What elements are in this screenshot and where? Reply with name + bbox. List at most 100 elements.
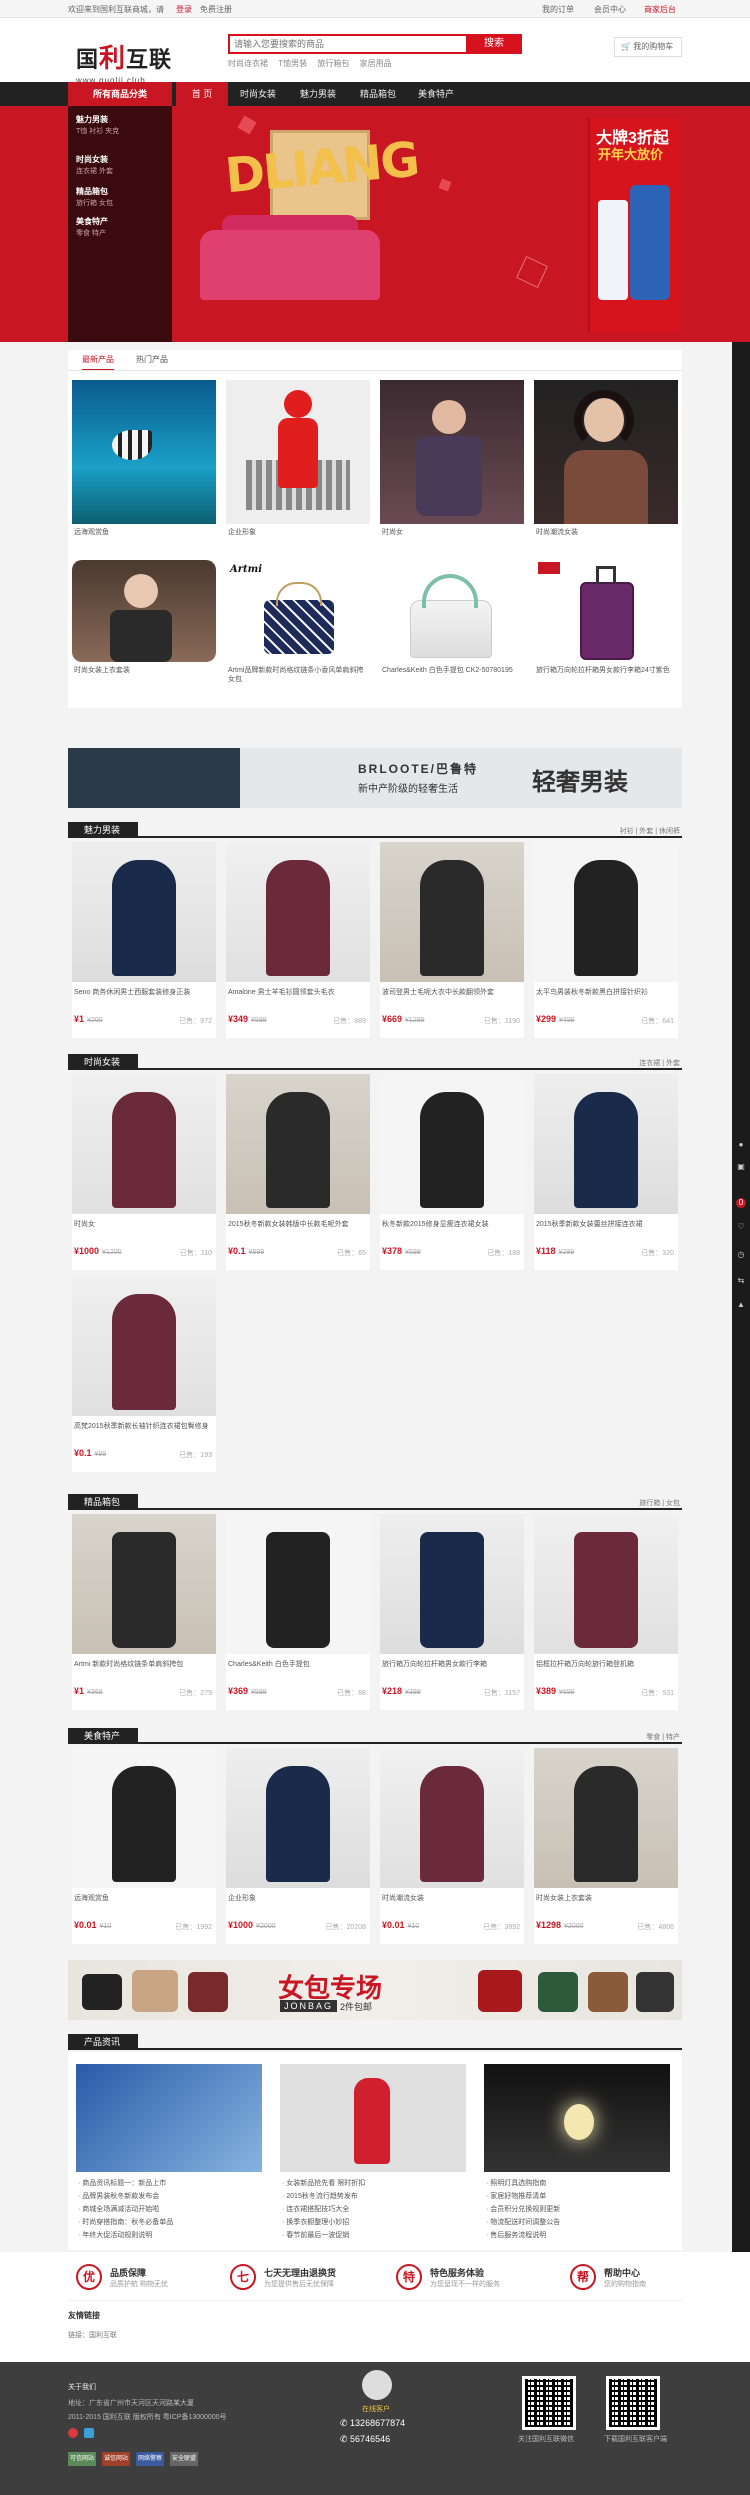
product-card[interactable]: 旅行箱万向轮拉杆箱男女款行李箱24寸紫色 — [534, 560, 678, 704]
product-card[interactable]: Amalone 男士羊毛衫圆领套头毛衣 ¥349 ¥599 已售：889 — [226, 842, 370, 1038]
compare-icon[interactable]: ⇆ — [736, 1276, 746, 1286]
login-link[interactable]: 登录 — [176, 4, 192, 15]
qq-icon[interactable] — [84, 2428, 94, 2438]
site-logo[interactable]: 国利互联 www.guolii.club — [76, 38, 172, 85]
product-card[interactable]: Artmi 新款时尚格纹链条单肩斜挎包 ¥1 ¥369 已售：279 — [72, 1514, 216, 1710]
product-name: 时尚女装上衣套装 — [536, 1895, 592, 1902]
about-link[interactable]: 关于我们 — [68, 2382, 96, 2392]
product-card[interactable]: 波司登男士毛呢大衣中长款翻领外套 ¥669 ¥1299 已售：1190 — [380, 842, 524, 1038]
product-card[interactable]: 时尚潮流女装 ¥0.01 ¥10 已售：3892 — [380, 1748, 524, 1944]
trust-badge[interactable]: 诚信网站 — [102, 2452, 130, 2466]
product-card[interactable]: 高梵2015秋季新款长袖针织连衣裙包臀修身 ¥0.1 ¥99 已售：193 — [72, 1276, 216, 1472]
weibo-icon[interactable] — [68, 2428, 78, 2438]
product-card[interactable]: 时尚女 — [380, 380, 524, 542]
news-item[interactable]: · 物流配送时间调整公告 — [486, 2217, 560, 2227]
hot-word[interactable]: T恤男装 — [278, 59, 307, 68]
news-item[interactable]: · 家居好物推荐清单 — [486, 2191, 546, 2201]
trust-badge[interactable]: 可信网站 — [68, 2452, 96, 2466]
category-subs[interactable]: 旅行箱 女包 — [76, 198, 113, 208]
category-item[interactable]: 时尚女装 — [76, 154, 108, 165]
search-input[interactable] — [230, 36, 466, 52]
news-item[interactable]: · 商城全场满减活动开始啦 — [78, 2204, 159, 2214]
ad-banner-menswear[interactable]: BRLOOTE/巴鲁特 新中产阶级的轻奢生活 轻奢男装 — [68, 748, 682, 808]
section-links[interactable]: 衬衫 | 外套 | 休闲裤 — [620, 826, 680, 836]
news-image[interactable] — [280, 2064, 466, 2172]
product-card[interactable]: 太平鸟男装秋冬新款黑白拼接针织衫 ¥299 ¥499 已售：641 — [534, 842, 678, 1038]
friend-link[interactable]: 国利互联 — [89, 2332, 117, 2339]
section-links[interactable]: 零食 | 特产 — [646, 1732, 680, 1742]
user-center-link[interactable]: 会员中心 — [594, 4, 626, 15]
product-card[interactable]: 时尚女装上衣套装 ¥1298 ¥2000 已售：4806 — [534, 1748, 678, 1944]
my-orders-link[interactable]: 我的订单 — [542, 4, 574, 15]
news-item[interactable]: · 时尚穿搭指南：秋冬必备单品 — [78, 2217, 173, 2227]
ad-brand: BRLOOTE/巴鲁特 — [358, 762, 478, 776]
user-icon[interactable]: ● — [736, 1140, 746, 1150]
category-subs[interactable]: 连衣裙 外套 — [76, 166, 113, 176]
nav-item-bags[interactable]: 精品箱包 — [352, 82, 404, 106]
original-price: ¥299 — [558, 1249, 575, 1256]
news-image[interactable] — [484, 2064, 670, 2172]
news-item[interactable]: · 售后服务流程说明 — [486, 2230, 546, 2240]
product-card[interactable]: 2015秋冬新款女装韩版中长款毛呢外套 ¥0.1 ¥899 已售：65 — [226, 1074, 370, 1270]
hot-word[interactable]: 时尚连衣裙 — [228, 59, 268, 68]
cart-label: 我的购物车 — [633, 42, 674, 51]
nav-item-food[interactable]: 美食特产 — [410, 82, 462, 106]
tab-hot[interactable]: 热门产品 — [136, 354, 168, 365]
product-card[interactable]: Seno 商务休闲男士西服套装修身正装 ¥1 ¥200 已售：972 — [72, 842, 216, 1038]
product-card[interactable]: Charles&Keith 白色手提包 CK2-50780195 — [380, 560, 524, 704]
nav-item-women[interactable]: 时尚女装 — [232, 82, 284, 106]
section-links[interactable]: 旅行箱 | 女包 — [639, 1498, 680, 1508]
nav-item-men[interactable]: 魅力男装 — [292, 82, 344, 106]
news-item[interactable]: · 换季衣橱整理小妙招 — [282, 2217, 349, 2227]
register-link[interactable]: 免费注册 — [200, 4, 232, 15]
news-item[interactable]: · 2015秋冬流行趋势发布 — [282, 2191, 358, 2201]
news-item[interactable]: · 会员积分兑换规则更新 — [486, 2204, 560, 2214]
category-subs[interactable]: 零食 特产 — [76, 228, 106, 238]
category-item[interactable]: 精品箱包 — [76, 186, 108, 197]
product-card[interactable]: 时尚女装上衣套装 — [72, 560, 216, 704]
product-card[interactable]: 旅行箱万向轮拉杆箱男女款行李箱 ¥218 ¥399 已售：1157 — [380, 1514, 524, 1710]
news-item[interactable]: · 年终大促活动规则说明 — [78, 2230, 152, 2240]
favorite-icon[interactable]: ♡ — [736, 1222, 746, 1232]
product-image — [534, 1748, 678, 1888]
product-card[interactable]: 铝框拉杆箱万向轮旅行箱登机箱 ¥389 ¥699 已售：531 — [534, 1514, 678, 1710]
hot-word[interactable]: 家居用品 — [360, 59, 392, 68]
category-item[interactable]: 魅力男装 — [76, 114, 108, 125]
product-image — [72, 1748, 216, 1888]
news-item[interactable]: · 品牌男装秋冬新款发布会 — [78, 2191, 159, 2201]
product-card[interactable]: 秋冬新款2015修身显瘦连衣裙女装 ¥378 ¥599 已售：188 — [380, 1074, 524, 1270]
trust-badge[interactable]: 安全联盟 — [170, 2452, 198, 2466]
all-categories-button[interactable]: 所有商品分类 — [68, 82, 172, 106]
news-item[interactable]: · 商品资讯标题一：新品上市 — [78, 2178, 166, 2188]
product-card[interactable]: 时尚女 ¥1000 ¥1200 已售：110 — [72, 1074, 216, 1270]
cart-button[interactable]: 🛒 我的购物车 — [614, 37, 682, 57]
history-icon[interactable]: ◷ — [736, 1250, 746, 1260]
news-item[interactable]: · 春节前最后一波促销 — [282, 2230, 349, 2240]
product-card[interactable]: 远海观赏鱼 — [72, 380, 216, 542]
back-to-top-icon[interactable]: ▲ — [736, 1300, 746, 1310]
product-card[interactable]: 企业形象 ¥1000 ¥2000 已售：20208 — [226, 1748, 370, 1944]
cart-icon[interactable]: ▣ — [736, 1162, 746, 1172]
search-button[interactable]: 搜索 — [466, 34, 522, 54]
ad-banner-bags[interactable]: 女包专场 JONBAG 2件包邮 — [68, 1960, 682, 2020]
tab-latest[interactable]: 最新产品 — [82, 354, 114, 371]
news-item[interactable]: · 照明灯具选购指南 — [486, 2178, 546, 2188]
hot-word[interactable]: 旅行箱包 — [317, 59, 349, 68]
nav-item-home[interactable]: 首 页 — [176, 82, 228, 106]
seller-link[interactable]: 商家后台 — [644, 4, 676, 15]
product-card[interactable]: 2015秋季新款女装蕾丝拼接连衣裙 ¥118 ¥299 已售：320 — [534, 1074, 678, 1270]
product-card[interactable]: 企业形象 — [226, 380, 370, 542]
product-figure — [266, 1092, 330, 1208]
trust-badge[interactable]: 网络警察 — [136, 2452, 164, 2466]
product-card[interactable]: 时尚潮流女装 — [534, 380, 678, 542]
product-card[interactable]: Charles&Keith 白色手提包 ¥369 ¥599 已售：88 — [226, 1514, 370, 1710]
section-links[interactable]: 连衣裙 | 外套 — [639, 1058, 680, 1068]
product-card[interactable]: Artmi Artmi品牌新款时尚格纹链条小香风单肩斜挎女包 — [226, 560, 370, 704]
category-subs[interactable]: T恤 衬衫 夹克 — [76, 126, 119, 136]
product-card[interactable]: 远海观赏鱼 ¥0.01 ¥10 已售：1992 — [72, 1748, 216, 1944]
news-item[interactable]: · 女装新品抢先看 限时折扣 — [282, 2178, 365, 2188]
news-item[interactable]: · 连衣裙搭配技巧大全 — [282, 2204, 349, 2214]
category-item[interactable]: 美食特产 — [76, 216, 108, 227]
news-image[interactable] — [76, 2064, 262, 2172]
product-price: ¥218 ¥399 — [382, 1686, 421, 1696]
